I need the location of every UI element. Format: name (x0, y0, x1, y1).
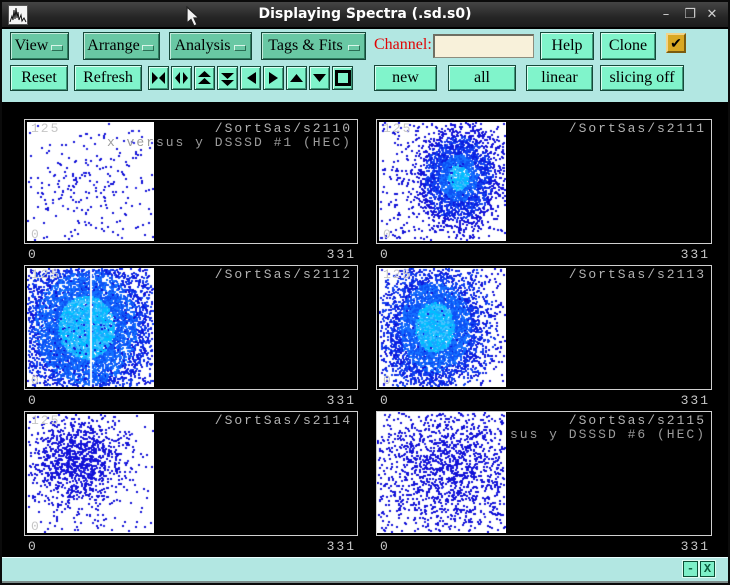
x-axis-min-label: 0 (380, 539, 390, 554)
y-axis-min-label: 0 (383, 373, 393, 388)
y-axis-max-label: 125 (383, 267, 413, 282)
x-axis-labels: 0 331 (24, 393, 358, 408)
menu-arrange-label: Arrange (87, 37, 140, 54)
histogram-region (379, 268, 506, 387)
spectrum-panel-s2115[interactable]: 125 0 /SortSas/s2115 sus y DSSSD #6 (HEC… (376, 411, 712, 536)
x-axis-labels: 0 331 (376, 539, 712, 554)
menu-view-label: View (14, 37, 49, 54)
contract-horizontal-icon[interactable] (148, 66, 169, 90)
arrow-up-icon[interactable] (286, 66, 307, 90)
menu-indicator-icon (51, 45, 63, 51)
x-axis-labels: 0 331 (376, 393, 712, 408)
x-axis-min-label: 0 (28, 247, 38, 262)
clone-button[interactable]: Clone (600, 32, 656, 60)
arrow-down-icon[interactable] (309, 66, 330, 90)
scatter-canvas (379, 122, 506, 241)
spectrum-name: /SortSas/s2112 (214, 267, 352, 282)
spectrum-panel-s2113[interactable]: 125 0 /SortSas/s2113 (376, 265, 712, 390)
toolbar-area: View Arrange Analysis Tags & Fits Channe… (2, 29, 728, 102)
statusbar-close-button[interactable]: X (700, 561, 715, 577)
menu-indicator-icon (234, 45, 246, 51)
square-icon[interactable] (332, 66, 353, 90)
arrow-right-icon[interactable] (263, 66, 284, 90)
toggle-checkbox[interactable]: ✔ (666, 33, 686, 53)
y-axis-max-label: 125 (31, 413, 61, 428)
spectrum-panel-s2111[interactable]: 125 0 /SortSas/s2111 (376, 119, 712, 244)
expand-horizontal-icon[interactable] (171, 66, 192, 90)
spectrum-name: /SortSas/s2113 (568, 267, 706, 282)
x-axis-min-label: 0 (380, 247, 390, 262)
x-axis-max-label: 331 (680, 539, 710, 554)
y-axis-min-label: 0 (31, 227, 41, 242)
scatter-canvas (379, 268, 506, 387)
linear-button[interactable]: linear (526, 65, 593, 91)
menu-indicator-icon (348, 45, 360, 51)
histogram-region (379, 122, 506, 241)
menu-arrange[interactable]: Arrange (83, 32, 160, 60)
slicing-button[interactable]: slicing off (600, 65, 684, 91)
menu-analysis-label: Analysis (174, 37, 231, 54)
y-axis-max-label: 125 (31, 267, 61, 282)
window-title: Displaying Spectra (.sd.s0) (258, 6, 472, 22)
new-button[interactable]: new (374, 65, 437, 91)
spectrum-panel-s2114[interactable]: 125 0 /SortSas/s2114 (24, 411, 358, 536)
menu-tags-fits[interactable]: Tags & Fits (261, 32, 366, 60)
x-axis-min-label: 0 (380, 393, 390, 408)
spectrum-name: /SortSas/s2110 (214, 121, 352, 136)
y-axis-min-label: 0 (383, 227, 393, 242)
x-axis-max-label: 331 (326, 247, 356, 262)
arrow-left-icon[interactable] (240, 66, 261, 90)
spectra-display-area: 125 0 /SortSas/s2110 x versus y DSSSD #1… (2, 102, 728, 557)
refresh-button[interactable]: Refresh (74, 65, 142, 91)
x-axis-labels: 0 331 (376, 247, 712, 262)
menu-view[interactable]: View (10, 32, 69, 60)
scatter-canvas (377, 412, 506, 533)
histogram-region (377, 412, 506, 533)
y-axis-max-label: 125 (383, 121, 413, 136)
spectrum-panel-s2110[interactable]: 125 0 /SortSas/s2110 x versus y DSSSD #1… (24, 119, 358, 244)
menu-tags-fits-label: Tags & Fits (268, 37, 343, 54)
statusbar-minimize-button[interactable]: - (683, 561, 698, 577)
minimize-icon[interactable]: – (656, 5, 676, 25)
x-axis-max-label: 331 (680, 393, 710, 408)
histogram-region (27, 414, 154, 533)
y-axis-min-label: 0 (31, 519, 41, 534)
spectrum-name: /SortSas/s2114 (214, 413, 352, 428)
maximize-icon[interactable]: ❐ (680, 5, 700, 25)
x-axis-max-label: 331 (326, 539, 356, 554)
x-axis-min-label: 0 (28, 539, 38, 554)
x-axis-labels: 0 331 (24, 539, 358, 554)
double-arrow-up-icon[interactable] (194, 66, 215, 90)
spectrum-panel-s2112[interactable]: 125 0 /SortSas/s2112 (24, 265, 358, 390)
spectrum-name: /SortSas/s2115 (568, 413, 706, 428)
y-axis-max-label: 125 (31, 121, 61, 136)
x-axis-min-label: 0 (28, 393, 38, 408)
status-bar: - X (2, 557, 728, 583)
spectrum-subtitle: x versus y DSSSD #1 (HEC) (106, 135, 352, 150)
menu-indicator-icon (142, 45, 154, 51)
reset-button[interactable]: Reset (10, 65, 68, 91)
app-window: Displaying Spectra (.sd.s0) – ❐ ✕ View A… (0, 0, 730, 585)
spectrum-subtitle: sus y DSSSD #6 (HEC) (509, 427, 706, 442)
y-axis-min-label: 0 (31, 373, 41, 388)
x-axis-max-label: 331 (326, 393, 356, 408)
spectrum-name: /SortSas/s2111 (568, 121, 706, 136)
scatter-canvas (27, 268, 154, 387)
double-arrow-down-icon[interactable] (217, 66, 238, 90)
channel-input[interactable] (433, 34, 534, 58)
x-axis-labels: 0 331 (24, 247, 358, 262)
close-icon[interactable]: ✕ (702, 5, 722, 25)
all-button[interactable]: all (448, 65, 516, 91)
x-axis-max-label: 331 (680, 247, 710, 262)
menu-analysis[interactable]: Analysis (169, 32, 252, 60)
title-bar[interactable]: Displaying Spectra (.sd.s0) – ❐ ✕ (2, 2, 728, 28)
help-button[interactable]: Help (540, 32, 594, 60)
scatter-canvas (27, 414, 154, 533)
histogram-region (27, 268, 154, 387)
channel-label: Channel: (374, 36, 432, 53)
